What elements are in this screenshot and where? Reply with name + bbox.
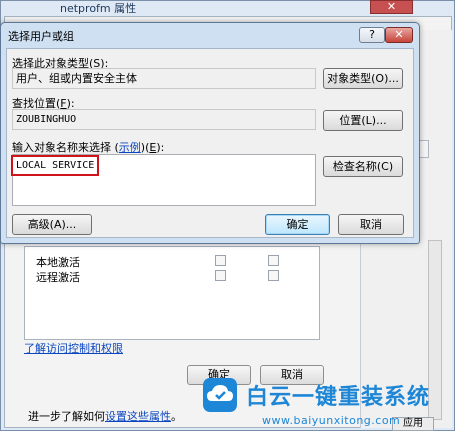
background-close-button[interactable]: ✕ bbox=[370, 0, 413, 14]
deny-checkbox-local[interactable] bbox=[268, 255, 279, 266]
close-button[interactable]: ✕ bbox=[385, 27, 413, 43]
access-control-link[interactable]: 了解访问控制和权限 bbox=[24, 340, 123, 356]
allow-checkbox-remote[interactable] bbox=[215, 270, 226, 281]
examples-link[interactable]: 示例 bbox=[119, 141, 141, 154]
location-field: ZOUBINGHUO bbox=[12, 109, 316, 130]
ok-button[interactable]: 确定 bbox=[265, 214, 330, 235]
bottom-help-prefix: 进一步了解如何 bbox=[28, 410, 105, 423]
object-names-label: 输入对象名称来选择 (示例)(E): bbox=[12, 141, 165, 154]
cancel-button[interactable]: 取消 bbox=[338, 214, 404, 235]
set-properties-link[interactable]: 设置这些属性 bbox=[105, 410, 171, 423]
cloud-logo-icon bbox=[203, 378, 237, 412]
object-names-label-text: 输入对象名称来选择 ( bbox=[12, 141, 119, 154]
dialog-title: 选择用户或组 bbox=[8, 30, 74, 43]
watermark-url: www.baiyunxitong.com bbox=[262, 414, 401, 427]
highlight-box bbox=[11, 155, 99, 176]
bottom-help-suffix: 。 bbox=[171, 410, 182, 423]
object-type-field: 用户、组或内置安全主体 bbox=[12, 68, 316, 89]
permission-row-local: 本地激活 bbox=[36, 256, 80, 269]
help-button[interactable]: ? bbox=[359, 27, 385, 43]
background-window-title: netprofm 属性 bbox=[60, 2, 137, 15]
locations-button[interactable]: 位置(L)... bbox=[323, 110, 403, 131]
watermark-title: 白云一键重装系统 bbox=[246, 385, 431, 410]
deny-checkbox-remote[interactable] bbox=[268, 270, 279, 281]
allow-checkbox-local[interactable] bbox=[215, 255, 226, 266]
permission-row-remote: 远程激活 bbox=[36, 271, 80, 284]
bottom-help-text: 进一步了解如何设置这些属性。 bbox=[28, 408, 182, 424]
object-names-label-suffix: ) bbox=[140, 141, 146, 154]
object-names-hotkey: E bbox=[149, 141, 157, 154]
object-types-button[interactable]: 对象类型(O)... bbox=[323, 68, 403, 89]
check-names-button[interactable]: 检查名称(C) bbox=[323, 156, 403, 177]
advanced-button[interactable]: 高级(A)... bbox=[12, 214, 92, 235]
background-scrollbar[interactable] bbox=[428, 240, 442, 420]
